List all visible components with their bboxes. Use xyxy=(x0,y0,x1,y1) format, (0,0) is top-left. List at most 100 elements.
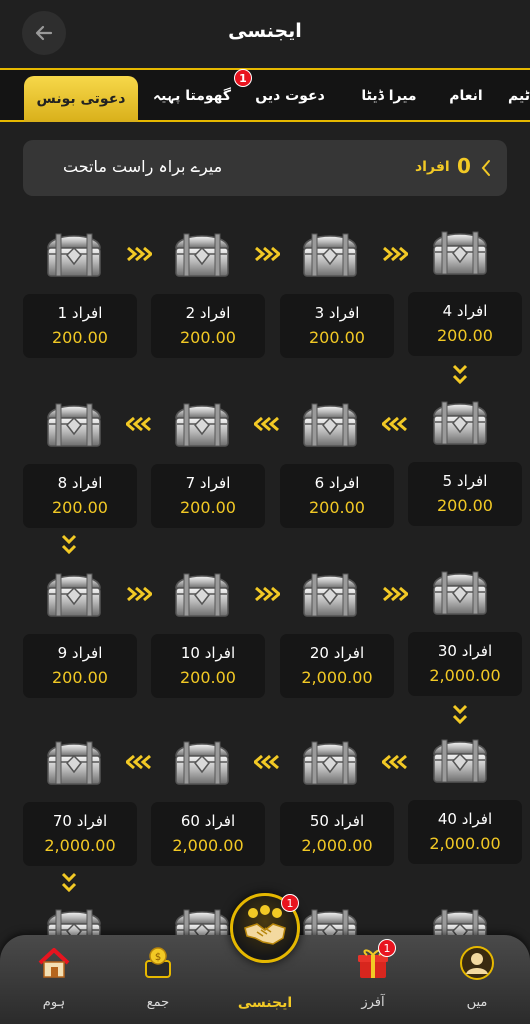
double-chevron-right-icon xyxy=(126,246,154,266)
tier-invite-count: 50 افراد xyxy=(309,812,365,830)
reward-tier-card[interactable]: 7 افراد 200.00 xyxy=(151,464,265,528)
user-icon xyxy=(460,946,494,980)
reward-tier-card[interactable]: 4 افراد 200.00 xyxy=(408,292,522,356)
reward-tier-card[interactable]: 70 افراد 2,000.00 xyxy=(23,802,137,866)
reward-tier-card[interactable]: 2 افراد 200.00 xyxy=(151,294,265,358)
double-chevron-down-icon xyxy=(452,704,468,730)
tier-invite-count: 6 افراد xyxy=(314,474,360,492)
treasure-chest-icon xyxy=(298,564,362,622)
double-chevron-down-icon xyxy=(452,364,468,390)
reward-tier-card[interactable]: 8 افراد 200.00 xyxy=(23,464,137,528)
nav-offers[interactable]: 1 آفرز xyxy=(328,939,418,1015)
tier-reward-amount: 200.00 xyxy=(52,498,108,517)
notification-badge: 1 xyxy=(234,69,252,87)
tier-invite-count: 8 افراد xyxy=(57,474,103,492)
notification-badge: 1 xyxy=(378,939,396,957)
double-chevron-down-icon xyxy=(61,872,77,898)
direct-subordinates-bar[interactable]: میرے براہ راست ماتحت افراد 0 xyxy=(23,140,507,196)
nav-label: جمع xyxy=(146,995,170,1010)
agency-center-button[interactable]: 1 xyxy=(230,893,300,963)
tier-reward-amount: 200.00 xyxy=(180,328,236,347)
tier-invite-count: 10 افراد xyxy=(180,644,236,662)
treasure-chest-icon xyxy=(170,732,234,790)
tier-reward-amount: 2,000.00 xyxy=(301,836,373,855)
double-chevron-left-icon xyxy=(252,754,280,774)
tab-bar: دعوتی بونس گھومتا پہیہ 1 دعوت دیں میرا ڈ… xyxy=(0,68,530,122)
summary-label: میرے براہ راست ماتحت xyxy=(63,157,223,176)
treasure-chest-icon xyxy=(298,732,362,790)
tab-invite-bonus[interactable]: دعوتی بونس xyxy=(24,76,138,122)
double-chevron-right-icon xyxy=(126,586,154,606)
double-chevron-right-icon xyxy=(382,586,410,606)
reward-tier-card[interactable]: 6 افراد 200.00 xyxy=(280,464,394,528)
tab-label: دعوتی بونس xyxy=(36,91,126,107)
reward-tier-card[interactable]: 10 افراد 200.00 xyxy=(151,634,265,698)
tier-invite-count: 5 افراد xyxy=(442,472,488,490)
tier-invite-count: 7 افراد xyxy=(185,474,231,492)
tab-team[interactable]: ٹیم xyxy=(508,77,530,115)
reward-tier-card[interactable]: 3 افراد 200.00 xyxy=(280,294,394,358)
tab-label: گھومتا پہیہ xyxy=(152,88,232,104)
tier-reward-amount: 2,000.00 xyxy=(172,836,244,855)
treasure-chest-icon xyxy=(428,392,492,450)
summary-unit: افراد xyxy=(415,159,450,175)
reward-tier-card[interactable]: 9 افراد 200.00 xyxy=(23,634,137,698)
tab-label: دعوت دیں xyxy=(255,88,325,104)
tier-invite-count: 20 افراد xyxy=(309,644,365,662)
tab-spin-wheel[interactable]: گھومتا پہیہ 1 xyxy=(150,69,252,115)
treasure-chest-icon xyxy=(42,732,106,790)
reward-tier-card[interactable]: 30 افراد 2,000.00 xyxy=(408,632,522,696)
svg-text:$: $ xyxy=(155,952,161,963)
reward-tier-card[interactable]: 1 افراد 200.00 xyxy=(23,294,137,358)
reward-tier-card[interactable]: 20 افراد 2,000.00 xyxy=(280,634,394,698)
nav-deposit[interactable]: $ جمع xyxy=(113,945,203,1015)
double-chevron-down-icon xyxy=(61,534,77,560)
nav-label: ہوم xyxy=(42,995,66,1010)
tab-invite[interactable]: دعوت دیں xyxy=(255,77,325,115)
tab-label: انعام xyxy=(449,88,483,104)
reward-tier-card[interactable]: 50 افراد 2,000.00 xyxy=(280,802,394,866)
tier-reward-amount: 200.00 xyxy=(309,328,365,347)
nav-label: ایجنسی xyxy=(237,995,293,1011)
treasure-chest-icon xyxy=(42,224,106,282)
treasure-chest-icon xyxy=(42,564,106,622)
tab-label: ٹیم xyxy=(508,88,530,104)
nav-label: میں xyxy=(466,995,488,1010)
double-chevron-left-icon xyxy=(380,416,408,436)
nav-me[interactable]: میں xyxy=(432,945,522,1015)
double-chevron-left-icon xyxy=(380,754,408,774)
tier-invite-count: 3 افراد xyxy=(314,304,360,322)
tab-label: میرا ڈیٹا xyxy=(361,88,417,104)
double-chevron-left-icon xyxy=(252,416,280,436)
double-chevron-right-icon xyxy=(254,586,282,606)
tier-invite-count: 9 افراد xyxy=(57,644,103,662)
double-chevron-left-icon xyxy=(124,754,152,774)
tier-invite-count: 30 افراد xyxy=(437,642,493,660)
tier-reward-amount: 2,000.00 xyxy=(429,666,501,685)
treasure-chest-icon xyxy=(428,730,492,788)
nav-home[interactable]: ہوم xyxy=(9,945,99,1015)
tier-invite-count: 2 افراد xyxy=(185,304,231,322)
page-title: ایجنسی xyxy=(228,20,302,42)
treasure-chest-icon xyxy=(428,222,492,280)
tier-reward-amount: 2,000.00 xyxy=(429,834,501,853)
tab-reward[interactable]: انعام xyxy=(446,77,486,115)
header: ایجنسی xyxy=(0,0,530,68)
tab-my-data[interactable]: میرا ڈیٹا xyxy=(358,77,420,115)
double-chevron-right-icon xyxy=(254,246,282,266)
tier-invite-count: 60 افراد xyxy=(180,812,236,830)
treasure-chest-icon xyxy=(170,564,234,622)
tier-invite-count: 40 افراد xyxy=(437,810,493,828)
double-chevron-left-icon xyxy=(124,416,152,436)
summary-count: 0 xyxy=(457,154,471,178)
wallet-icon: $ xyxy=(145,947,171,978)
reward-tier-card[interactable]: 5 افراد 200.00 xyxy=(408,462,522,526)
tier-invite-count: 4 افراد xyxy=(442,302,488,320)
tier-reward-amount: 200.00 xyxy=(437,326,493,345)
reward-tier-card[interactable]: 60 افراد 2,000.00 xyxy=(151,802,265,866)
notification-badge: 1 xyxy=(281,894,299,912)
double-chevron-right-icon xyxy=(382,246,410,266)
treasure-chest-icon xyxy=(298,394,362,452)
reward-tier-card[interactable]: 40 افراد 2,000.00 xyxy=(408,800,522,864)
tier-reward-amount: 200.00 xyxy=(309,498,365,517)
